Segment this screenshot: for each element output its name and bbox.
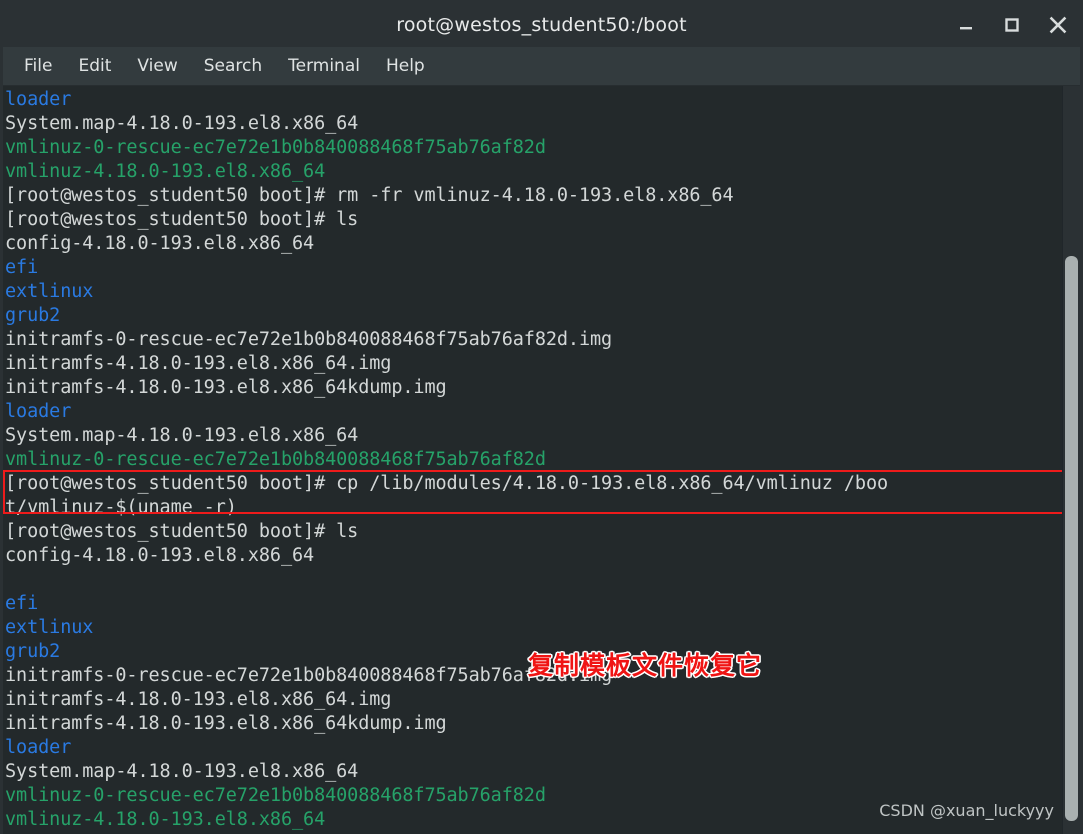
terminal-line: [root@westos_student50 boot]# rm -fr vml… [5, 185, 734, 206]
terminal-line: config-4.18.0-193.el8.x86_64 [5, 545, 315, 566]
terminal-line: initramfs-4.18.0-193.el8.x86_64kdump.img [5, 377, 447, 398]
menu-item-file[interactable]: File [11, 52, 65, 80]
terminal-line: [root@westos_student50 boot]# ls [5, 209, 359, 230]
terminal-line: grub2 [5, 305, 61, 326]
scrollbar[interactable] [1062, 86, 1080, 834]
close-icon [1049, 16, 1067, 34]
menu-bar: File Edit View Search Terminal Help [3, 47, 1080, 86]
terminal-line: vmlinuz-4.18.0-193.el8.x86_64 [5, 161, 326, 182]
terminal-line: initramfs-4.18.0-193.el8.x86_64kdump.img [5, 713, 447, 734]
terminal-line: extlinux [5, 281, 94, 302]
terminal-line: loader [5, 737, 72, 758]
menu-item-search[interactable]: Search [191, 52, 275, 80]
terminal-line: System.map-4.18.0-193.el8.x86_64 [5, 113, 359, 134]
terminal-line: config-4.18.0-193.el8.x86_64 [5, 233, 315, 254]
terminal-output[interactable]: loader System.map-4.18.0-193.el8.x86_64 vm… [3, 86, 1063, 834]
maximize-button[interactable] [1000, 13, 1024, 37]
terminal-line: initramfs-0-rescue-ec7e72e1b0b840088468f… [5, 329, 613, 350]
menu-item-terminal[interactable]: Terminal [275, 52, 373, 80]
terminal-line: [root@westos_student50 boot]# ls [5, 521, 359, 542]
terminal-line: System.map-4.18.0-193.el8.x86_64 [5, 761, 359, 782]
menu-item-edit[interactable]: Edit [65, 52, 124, 80]
title-bar: root@westos_student50:/boot [3, 3, 1080, 47]
annotation-text: 复制模板文件恢复它 [528, 651, 763, 680]
window-controls [954, 3, 1070, 47]
minimize-icon [960, 27, 972, 30]
terminal-body[interactable]: loader System.map-4.18.0-193.el8.x86_64 vm… [3, 86, 1080, 834]
menu-item-help[interactable]: Help [373, 52, 438, 80]
terminal-line: System.map-4.18.0-193.el8.x86_64 [5, 425, 359, 446]
terminal-line: [root@westos_student50 boot]# cp /lib/mo… [5, 473, 889, 494]
close-button[interactable] [1046, 13, 1070, 37]
terminal-line: initramfs-4.18.0-193.el8.x86_64.img [5, 689, 392, 710]
terminal-line: efi [5, 257, 39, 278]
terminal-window: root@westos_student50:/boot File Edit Vi… [0, 0, 1083, 834]
terminal-line: efi [5, 593, 39, 614]
terminal-line: t/vmlinuz-$(uname -r) [5, 497, 237, 518]
terminal-line: loader [5, 89, 72, 110]
terminal-line: loader [5, 401, 72, 422]
watermark: CSDN @xuan_luckyyy [879, 801, 1054, 820]
maximize-icon [1005, 18, 1019, 32]
window-title: root@westos_student50:/boot [396, 14, 687, 36]
scrollbar-thumb[interactable] [1065, 256, 1078, 821]
terminal-line: initramfs-4.18.0-193.el8.x86_64.img [5, 353, 392, 374]
terminal-line: vmlinuz-0-rescue-ec7e72e1b0b840088468f75… [5, 449, 546, 470]
terminal-line: extlinux [5, 617, 94, 638]
menu-item-view[interactable]: View [124, 52, 190, 80]
terminal-line: vmlinuz-0-rescue-ec7e72e1b0b840088468f75… [5, 137, 546, 158]
minimize-button[interactable] [954, 13, 978, 37]
